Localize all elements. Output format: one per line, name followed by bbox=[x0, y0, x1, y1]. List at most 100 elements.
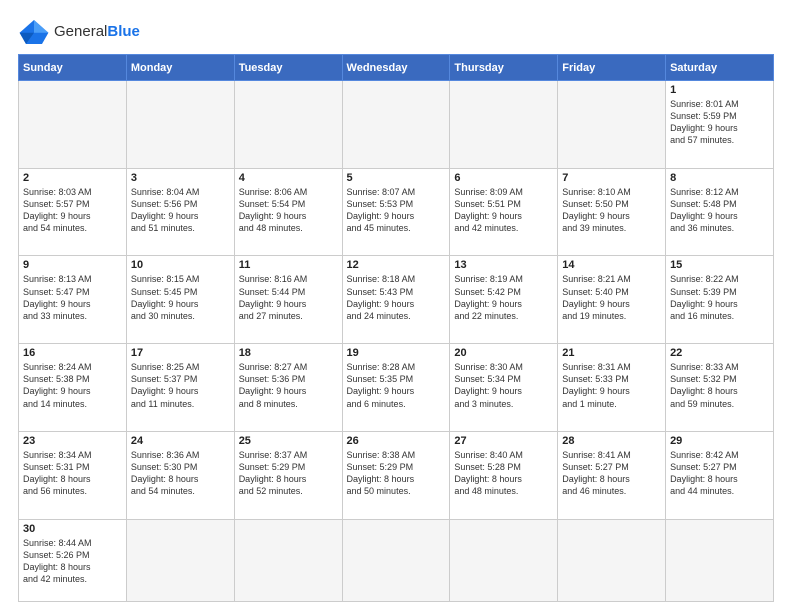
header-monday: Monday bbox=[126, 55, 234, 81]
day-info: Sunrise: 8:13 AM Sunset: 5:47 PM Dayligh… bbox=[23, 273, 122, 322]
table-row: 30 Sunrise: 8:44 AM Sunset: 5:26 PM Dayli… bbox=[19, 519, 127, 601]
header-friday: Friday bbox=[558, 55, 666, 81]
table-row bbox=[666, 519, 774, 601]
day-info: Sunrise: 8:25 AM Sunset: 5:37 PM Dayligh… bbox=[131, 361, 230, 410]
table-row: 23 Sunrise: 8:34 AM Sunset: 5:31 PM Dayli… bbox=[19, 431, 127, 519]
day-number: 10 bbox=[131, 259, 230, 271]
table-row: 25Sunrise: 8:37 AM Sunset: 5:29 PM Dayli… bbox=[234, 431, 342, 519]
table-row bbox=[126, 81, 234, 169]
day-info: Sunrise: 8:10 AM Sunset: 5:50 PM Dayligh… bbox=[562, 186, 661, 235]
day-number: 16 bbox=[23, 347, 122, 359]
day-number: 15 bbox=[670, 259, 769, 271]
day-info: Sunrise: 8:07 AM Sunset: 5:53 PM Dayligh… bbox=[347, 186, 446, 235]
day-info: Sunrise: 8:44 AM Sunset: 5:26 PM Dayligh… bbox=[23, 537, 122, 586]
table-row: 11 Sunrise: 8:16 AM Sunset: 5:44 PM Dayli… bbox=[234, 256, 342, 344]
table-row: 26Sunrise: 8:38 AM Sunset: 5:29 PM Dayli… bbox=[342, 431, 450, 519]
day-number: 4 bbox=[239, 172, 338, 184]
calendar-row: 23 Sunrise: 8:34 AM Sunset: 5:31 PM Dayli… bbox=[19, 431, 774, 519]
header-tuesday: Tuesday bbox=[234, 55, 342, 81]
logo: GeneralBlue bbox=[18, 18, 140, 46]
table-row: 18Sunrise: 8:27 AM Sunset: 5:36 PM Dayli… bbox=[234, 344, 342, 432]
calendar-row: 16Sunrise: 8:24 AM Sunset: 5:38 PM Dayli… bbox=[19, 344, 774, 432]
day-number: 12 bbox=[347, 259, 446, 271]
day-info: Sunrise: 8:42 AM Sunset: 5:27 PM Dayligh… bbox=[670, 449, 769, 498]
table-row: 10 Sunrise: 8:15 AM Sunset: 5:45 PM Dayli… bbox=[126, 256, 234, 344]
day-info: Sunrise: 8:01 AM Sunset: 5:59 PM Dayligh… bbox=[670, 98, 769, 147]
table-row: 12 Sunrise: 8:18 AM Sunset: 5:43 PM Dayli… bbox=[342, 256, 450, 344]
table-row: 3 Sunrise: 8:04 AM Sunset: 5:56 PM Daylig… bbox=[126, 168, 234, 256]
day-info: Sunrise: 8:36 AM Sunset: 5:30 PM Dayligh… bbox=[131, 449, 230, 498]
day-number: 7 bbox=[562, 172, 661, 184]
table-row: 19 Sunrise: 8:28 AM Sunset: 5:35 PM Dayli… bbox=[342, 344, 450, 432]
day-info: Sunrise: 8:09 AM Sunset: 5:51 PM Dayligh… bbox=[454, 186, 553, 235]
table-row: 9 Sunrise: 8:13 AM Sunset: 5:47 PM Daylig… bbox=[19, 256, 127, 344]
day-number: 23 bbox=[23, 435, 122, 447]
table-row: 24 Sunrise: 8:36 AM Sunset: 5:30 PM Dayli… bbox=[126, 431, 234, 519]
day-number: 3 bbox=[131, 172, 230, 184]
table-row: 21Sunrise: 8:31 AM Sunset: 5:33 PM Dayli… bbox=[558, 344, 666, 432]
day-info: Sunrise: 8:18 AM Sunset: 5:43 PM Dayligh… bbox=[347, 273, 446, 322]
calendar-row: 9 Sunrise: 8:13 AM Sunset: 5:47 PM Daylig… bbox=[19, 256, 774, 344]
day-number: 9 bbox=[23, 259, 122, 271]
day-info: Sunrise: 8:34 AM Sunset: 5:31 PM Dayligh… bbox=[23, 449, 122, 498]
table-row bbox=[126, 519, 234, 601]
table-row: 6 Sunrise: 8:09 AM Sunset: 5:51 PM Daylig… bbox=[450, 168, 558, 256]
table-row: 8Sunrise: 8:12 AM Sunset: 5:48 PM Daylig… bbox=[666, 168, 774, 256]
day-number: 28 bbox=[562, 435, 661, 447]
calendar-row: 30 Sunrise: 8:44 AM Sunset: 5:26 PM Dayli… bbox=[19, 519, 774, 601]
header: GeneralBlue bbox=[18, 18, 774, 46]
day-info: Sunrise: 8:15 AM Sunset: 5:45 PM Dayligh… bbox=[131, 273, 230, 322]
day-info: Sunrise: 8:30 AM Sunset: 5:34 PM Dayligh… bbox=[454, 361, 553, 410]
table-row bbox=[450, 81, 558, 169]
day-number: 18 bbox=[239, 347, 338, 359]
day-info: Sunrise: 8:03 AM Sunset: 5:57 PM Dayligh… bbox=[23, 186, 122, 235]
calendar-table: Sunday Monday Tuesday Wednesday Thursday… bbox=[18, 54, 774, 602]
table-row: 27Sunrise: 8:40 AM Sunset: 5:28 PM Dayli… bbox=[450, 431, 558, 519]
day-info: Sunrise: 8:28 AM Sunset: 5:35 PM Dayligh… bbox=[347, 361, 446, 410]
table-row: 1 Sunrise: 8:01 AM Sunset: 5:59 PM Daylig… bbox=[666, 81, 774, 169]
table-row: 22Sunrise: 8:33 AM Sunset: 5:32 PM Dayli… bbox=[666, 344, 774, 432]
table-row: 2 Sunrise: 8:03 AM Sunset: 5:57 PM Daylig… bbox=[19, 168, 127, 256]
day-number: 1 bbox=[670, 84, 769, 96]
day-info: Sunrise: 8:33 AM Sunset: 5:32 PM Dayligh… bbox=[670, 361, 769, 410]
header-wednesday: Wednesday bbox=[342, 55, 450, 81]
day-number: 11 bbox=[239, 259, 338, 271]
calendar-row: 1 Sunrise: 8:01 AM Sunset: 5:59 PM Daylig… bbox=[19, 81, 774, 169]
page: GeneralBlue Sunday Monday Tuesday Wednes… bbox=[0, 0, 792, 612]
day-number: 20 bbox=[454, 347, 553, 359]
table-row: 28 Sunrise: 8:41 AM Sunset: 5:27 PM Dayli… bbox=[558, 431, 666, 519]
day-number: 6 bbox=[454, 172, 553, 184]
day-number: 30 bbox=[23, 523, 122, 535]
day-number: 24 bbox=[131, 435, 230, 447]
day-info: Sunrise: 8:41 AM Sunset: 5:27 PM Dayligh… bbox=[562, 449, 661, 498]
day-info: Sunrise: 8:21 AM Sunset: 5:40 PM Dayligh… bbox=[562, 273, 661, 322]
day-number: 17 bbox=[131, 347, 230, 359]
calendar-row: 2 Sunrise: 8:03 AM Sunset: 5:57 PM Daylig… bbox=[19, 168, 774, 256]
day-info: Sunrise: 8:04 AM Sunset: 5:56 PM Dayligh… bbox=[131, 186, 230, 235]
table-row bbox=[558, 519, 666, 601]
header-thursday: Thursday bbox=[450, 55, 558, 81]
table-row bbox=[342, 519, 450, 601]
day-info: Sunrise: 8:38 AM Sunset: 5:29 PM Dayligh… bbox=[347, 449, 446, 498]
day-info: Sunrise: 8:22 AM Sunset: 5:39 PM Dayligh… bbox=[670, 273, 769, 322]
logo-icon bbox=[18, 18, 50, 46]
table-row bbox=[234, 519, 342, 601]
table-row bbox=[450, 519, 558, 601]
table-row: 5Sunrise: 8:07 AM Sunset: 5:53 PM Daylig… bbox=[342, 168, 450, 256]
table-row: 4Sunrise: 8:06 AM Sunset: 5:54 PM Daylig… bbox=[234, 168, 342, 256]
table-row: 13Sunrise: 8:19 AM Sunset: 5:42 PM Dayli… bbox=[450, 256, 558, 344]
table-row: 7 Sunrise: 8:10 AM Sunset: 5:50 PM Daylig… bbox=[558, 168, 666, 256]
table-row bbox=[234, 81, 342, 169]
day-number: 25 bbox=[239, 435, 338, 447]
day-number: 14 bbox=[562, 259, 661, 271]
day-info: Sunrise: 8:16 AM Sunset: 5:44 PM Dayligh… bbox=[239, 273, 338, 322]
table-row: 16Sunrise: 8:24 AM Sunset: 5:38 PM Dayli… bbox=[19, 344, 127, 432]
weekday-header-row: Sunday Monday Tuesday Wednesday Thursday… bbox=[19, 55, 774, 81]
day-number: 29 bbox=[670, 435, 769, 447]
day-number: 2 bbox=[23, 172, 122, 184]
table-row: 20 Sunrise: 8:30 AM Sunset: 5:34 PM Dayli… bbox=[450, 344, 558, 432]
table-row: 15 Sunrise: 8:22 AM Sunset: 5:39 PM Dayli… bbox=[666, 256, 774, 344]
day-info: Sunrise: 8:12 AM Sunset: 5:48 PM Dayligh… bbox=[670, 186, 769, 235]
day-info: Sunrise: 8:31 AM Sunset: 5:33 PM Dayligh… bbox=[562, 361, 661, 410]
day-number: 19 bbox=[347, 347, 446, 359]
